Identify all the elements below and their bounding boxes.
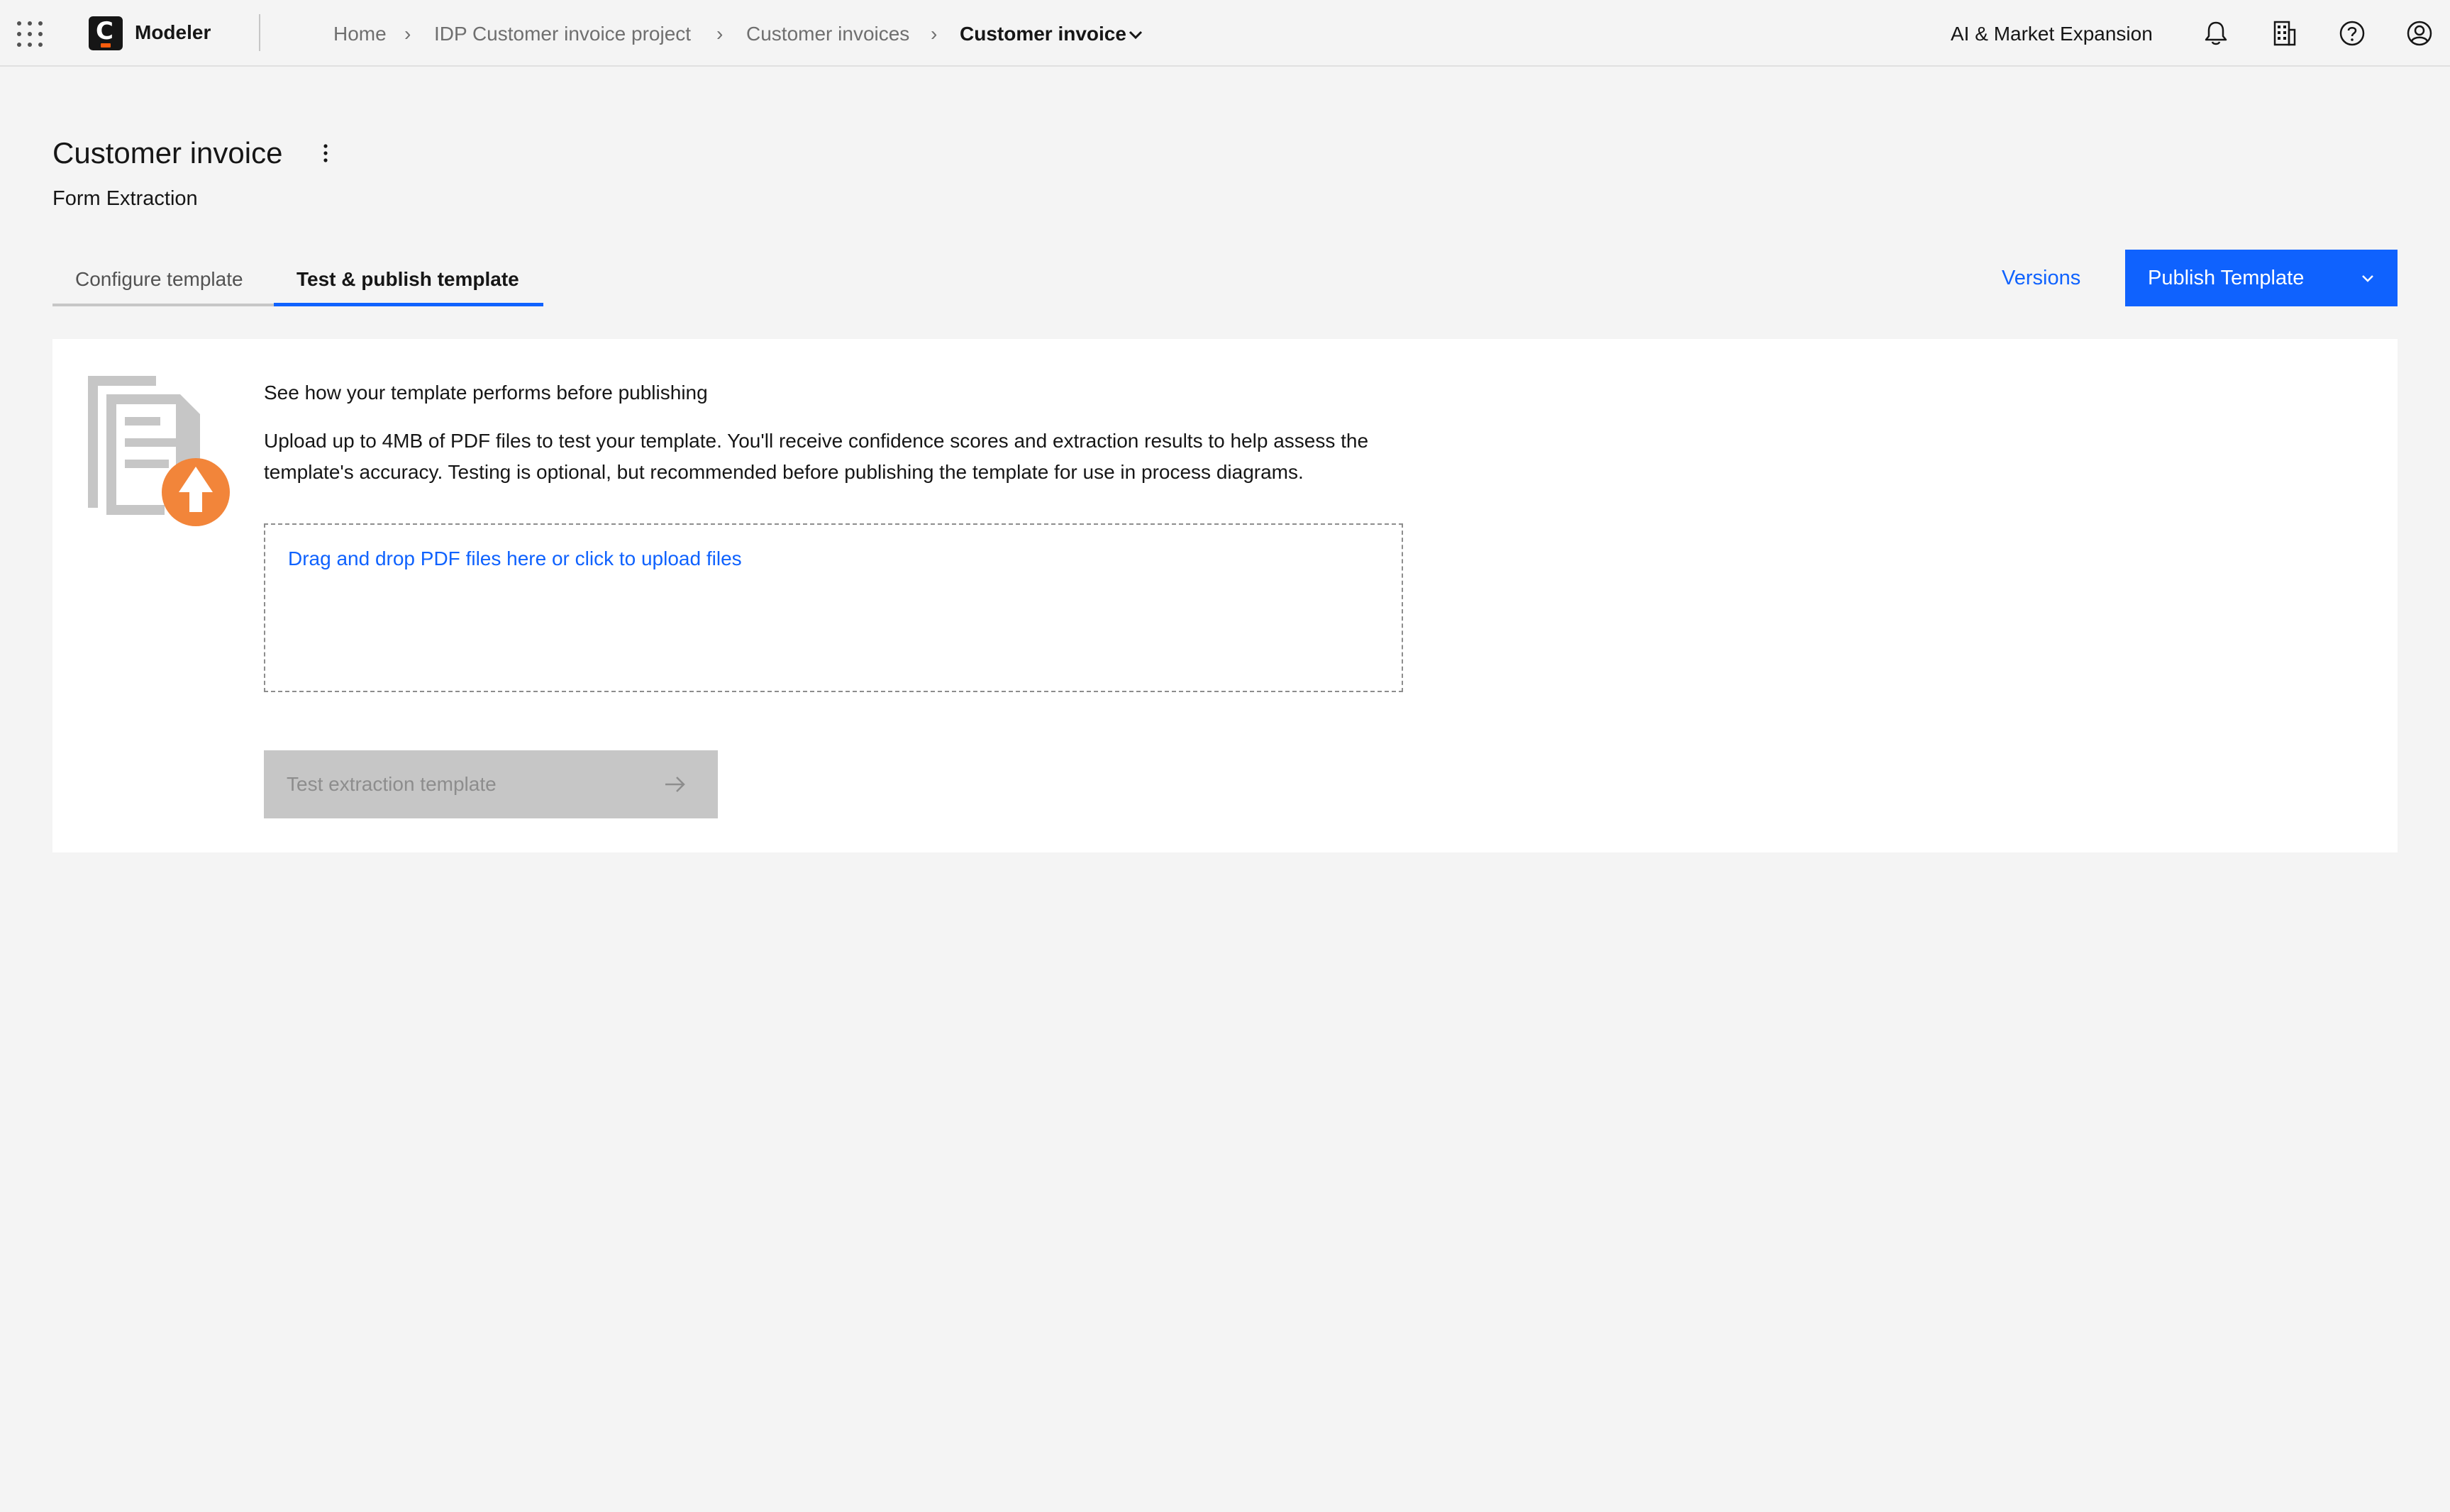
organization-name[interactable]: AI & Market Expansion: [1951, 21, 2153, 47]
tab-test-publish-template[interactable]: Test & publish template: [274, 252, 543, 306]
publish-template-button[interactable]: Publish Template: [2125, 250, 2398, 306]
test-template-card: See how your template performs before pu…: [52, 339, 2398, 852]
page-subtitle: Form Extraction: [52, 187, 198, 210]
app-switcher-icon[interactable]: [16, 20, 44, 48]
user-profile-icon[interactable]: [2405, 18, 2434, 48]
app-logo[interactable]: C: [89, 16, 123, 50]
app-name[interactable]: Modeler: [135, 20, 211, 45]
publish-template-label: Publish Template: [2148, 267, 2305, 289]
test-panel-heading: See how your template performs before pu…: [264, 382, 708, 404]
header-divider: [259, 14, 260, 51]
chevron-down-icon[interactable]: [2359, 269, 2376, 287]
page-title: Customer invoice: [52, 136, 283, 169]
breadcrumb-separator: ›: [716, 23, 724, 45]
versions-link[interactable]: Versions: [2002, 265, 2080, 291]
top-header: C Modeler Home › IDP Customer invoice pr…: [0, 0, 2450, 67]
notification-bell-icon[interactable]: [2201, 18, 2231, 48]
test-extraction-template-label: Test extraction template: [287, 773, 497, 795]
organization-building-icon[interactable]: [2269, 18, 2299, 48]
test-extraction-template-button[interactable]: Test extraction template: [264, 750, 718, 818]
upload-files-link[interactable]: Drag and drop PDF files here or click to…: [288, 546, 742, 572]
tab-configure-template[interactable]: Configure template: [52, 252, 274, 306]
arrow-right-icon: [665, 777, 685, 792]
breadcrumb-home[interactable]: Home: [333, 21, 387, 47]
document-upload-icon: [88, 376, 230, 526]
breadcrumb-folder[interactable]: Customer invoices: [746, 21, 909, 47]
file-drop-zone[interactable]: Drag and drop PDF files here or click to…: [264, 523, 1403, 692]
breadcrumb-current[interactable]: Customer invoice: [960, 21, 1126, 47]
help-icon[interactable]: [2337, 18, 2367, 48]
overflow-menu-icon[interactable]: [318, 140, 333, 166]
logo-letter: C: [96, 17, 113, 45]
breadcrumb-separator: ›: [404, 23, 411, 45]
test-panel-description: Upload up to 4MB of PDF files to test yo…: [264, 430, 1369, 483]
breadcrumb-project[interactable]: IDP Customer invoice project: [434, 21, 691, 47]
chevron-down-icon[interactable]: [1126, 26, 1145, 44]
breadcrumb-separator: ›: [931, 23, 938, 45]
